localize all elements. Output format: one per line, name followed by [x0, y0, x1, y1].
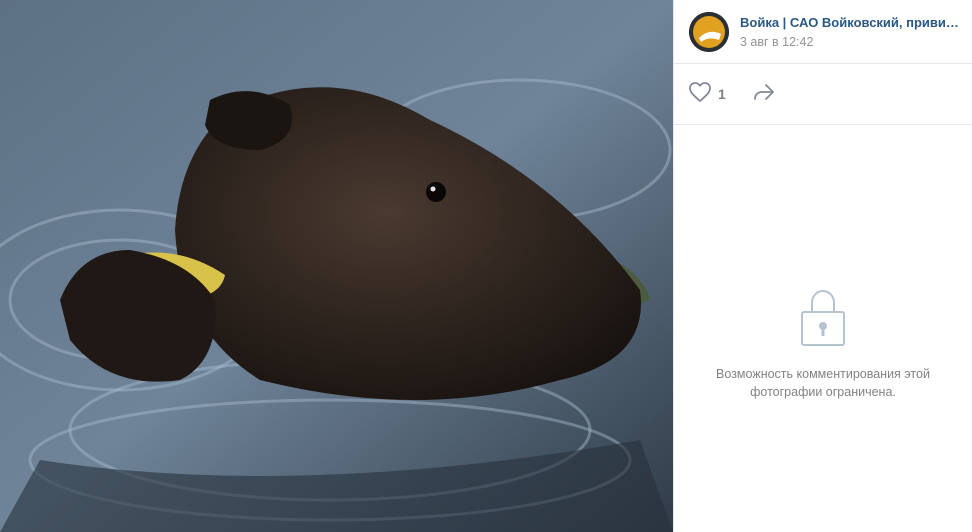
post-date[interactable]: 3 авг в 12:42: [740, 34, 965, 50]
lock-icon: [801, 288, 845, 351]
info-panel: Войка | САО Войковский, привива… 3 авг в…: [673, 0, 972, 532]
comments-locked-text: Возможность комментирования этой фотогра…: [716, 367, 930, 399]
like-count: 1: [718, 86, 726, 102]
heart-icon: [688, 81, 712, 108]
photo[interactable]: [0, 0, 673, 532]
share-button[interactable]: [752, 82, 776, 107]
share-arrow-icon: [752, 82, 776, 107]
actions-bar: 1: [674, 64, 972, 125]
author-info: Войка | САО Войковский, привива… 3 авг в…: [740, 14, 965, 50]
community-avatar[interactable]: [689, 11, 729, 52]
comments-locked-notice: Возможность комментирования этой фотогра…: [674, 288, 972, 401]
beaver-photo: [0, 0, 673, 532]
like-button[interactable]: 1: [688, 81, 726, 108]
photo-viewer: Войка | САО Войковский, привива… 3 авг в…: [0, 0, 972, 532]
author-header: Войка | САО Войковский, привива… 3 авг в…: [674, 0, 972, 64]
author-name-link[interactable]: Войка | САО Войковский, привива…: [740, 14, 960, 31]
